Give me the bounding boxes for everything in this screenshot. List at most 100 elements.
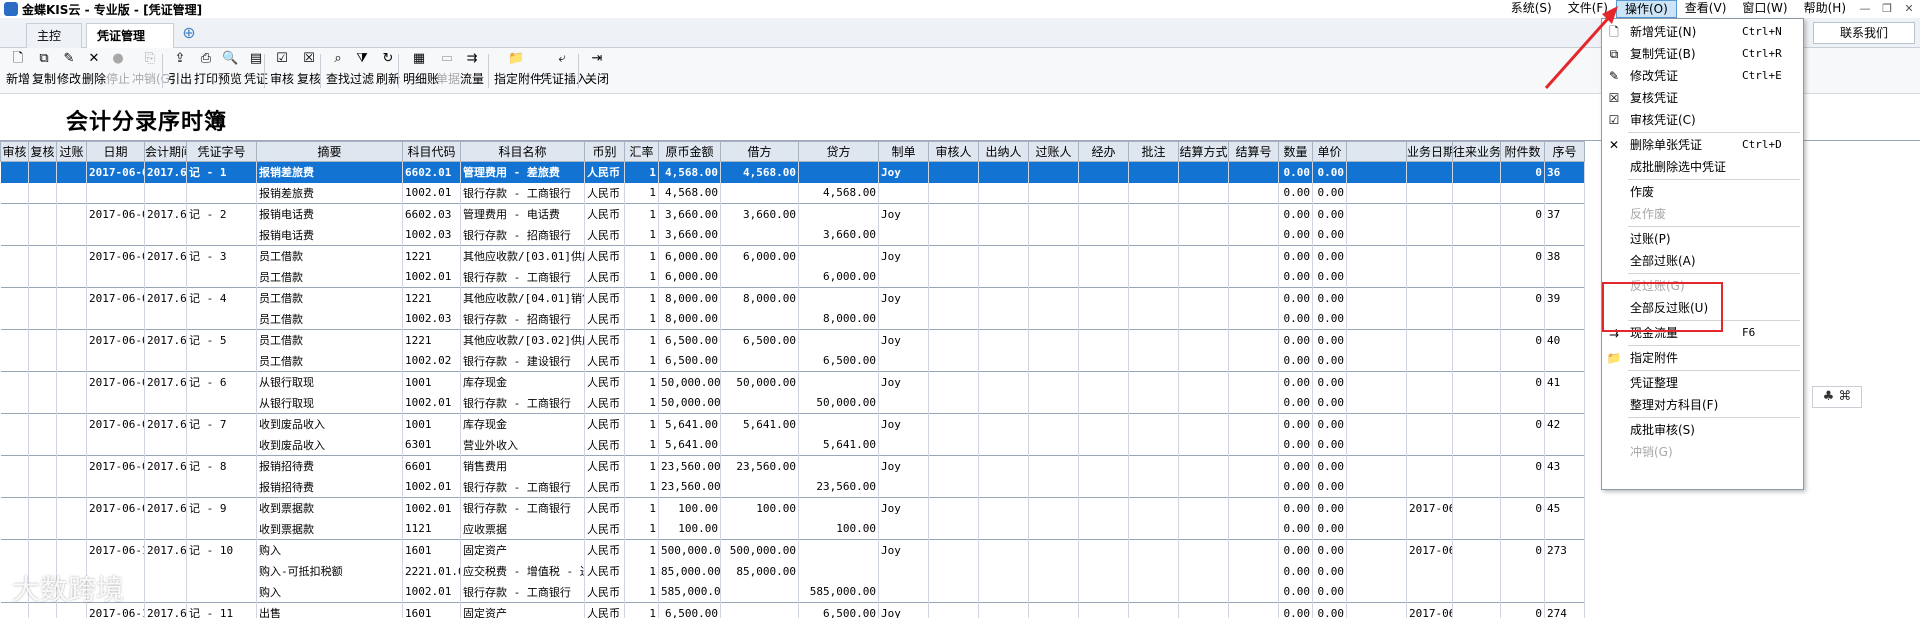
table-row[interactable]: 购入1002.01银行存款 - 工商银行人民币1585,000.00585,00… xyxy=(0,581,1585,603)
table-row[interactable]: 员工借款 1002.03 银行存款 - 招商银行 人民币 1 8,000.00 8,000.… xyxy=(0,308,1585,330)
tab-main-console[interactable]: 主控台 xyxy=(26,23,82,67)
column-header[interactable]: 日期 xyxy=(86,141,145,162)
restore-window-icon[interactable]: ❐ xyxy=(1876,0,1898,18)
add-tab-icon[interactable]: ⊕ xyxy=(178,23,200,45)
menu-item-9[interactable]: 过账(P) xyxy=(1602,229,1803,249)
column-header[interactable]: 往来业务 xyxy=(1452,141,1501,162)
table-row[interactable]: 从银行取现 1002.01 银行存款 - 工商银行 人民币 1 50,000.00 50,0… xyxy=(0,392,1585,414)
column-header[interactable]: 审核人 xyxy=(928,141,979,162)
column-header[interactable]: 业务日期 xyxy=(1406,141,1453,162)
contact-us-button[interactable]: 联系我们 xyxy=(1813,22,1915,44)
menu-item-15[interactable]: 凭证整理 xyxy=(1602,373,1803,393)
table-row[interactable]: 2017-06-012017.6记 - 1报销差旅费6602.01管理费用 - … xyxy=(0,161,1585,183)
toolbar-document-button[interactable]: ▭ 单据 xyxy=(436,51,460,91)
column-header[interactable]: 科目名称 xyxy=(460,141,585,162)
cell-voucher xyxy=(186,224,257,246)
minimize-window-icon[interactable]: — xyxy=(1854,0,1876,18)
column-header[interactable]: 会计期间 xyxy=(144,141,187,162)
column-header[interactable]: 批注 xyxy=(1128,141,1179,162)
table-row[interactable]: 2017-06-152017.6记 - 11出售1601固定资产人民币16,50… xyxy=(0,602,1585,618)
table-row[interactable]: 2017-06-012017.6记 - 4员工借款1221其他应收款/[04.0… xyxy=(0,287,1585,309)
menu-item-16[interactable]: 整理对方科目(F) xyxy=(1602,395,1803,415)
table-row[interactable]: 收到票据款 1121 应收票据 人民币 1 100.00 100.00 0.00 0.00 xyxy=(0,518,1585,540)
menu-item-18[interactable]: 冲销(G) xyxy=(1602,442,1803,462)
column-header[interactable]: 附件数 xyxy=(1500,141,1545,162)
toolbar-audit-button[interactable]: ☑ 审核 xyxy=(270,51,294,91)
toolbar-stop-button[interactable]: ● 停止 xyxy=(106,51,130,91)
toolbar-close-door-button[interactable]: ⇥ 关闭 xyxy=(584,51,610,91)
toolbar-folder-button[interactable]: 📁 指定附件 xyxy=(494,51,542,91)
toolbar-filter-button[interactable]: ⧩ 过滤 xyxy=(350,51,374,91)
table-row[interactable]: 2017-06-012017.6记 - 3员工借款1221其他应收款/[03.0… xyxy=(0,245,1585,267)
menu-item-10[interactable]: 全部过账(A) xyxy=(1602,251,1803,271)
menu-item-17[interactable]: 成批审核(S) xyxy=(1602,420,1803,440)
column-header[interactable]: 单价 xyxy=(1312,141,1347,162)
menu-4[interactable]: 窗口(W) xyxy=(1734,0,1795,18)
toolbar-copy-button[interactable]: ⧉ 复制 xyxy=(32,51,56,91)
column-header[interactable]: 经办 xyxy=(1078,141,1129,162)
column-header[interactable]: 结算号 xyxy=(1228,141,1279,162)
table-row[interactable]: 员工借款 1002.02 银行存款 - 建设银行 人民币 1 6,500.00 6,500.… xyxy=(0,350,1585,372)
menu-item-7[interactable]: 作废 xyxy=(1602,182,1803,202)
column-header[interactable]: 科目代码 xyxy=(402,141,461,162)
cell-attach xyxy=(1500,476,1545,498)
table-row[interactable]: 购入-可抵扣税额2221.01.01应交税费 - 增值税 - 进项税人民币185… xyxy=(0,560,1585,582)
column-header[interactable]: 结算方式 xyxy=(1178,141,1229,162)
toolbar-ledger-button[interactable]: ▦ 明细账 xyxy=(403,51,439,91)
toolbar-cashflow-button[interactable]: ⇉ 流量 xyxy=(460,51,484,91)
menu-item-8[interactable]: 反作废 xyxy=(1602,204,1803,224)
column-header[interactable]: 凭证字号 xyxy=(186,141,257,162)
tab-voucher-management[interactable]: 凭证管理 xyxy=(86,23,174,48)
menu-item-6[interactable]: 成批删除选中凭证 xyxy=(1602,157,1803,177)
column-header[interactable]: 制单 xyxy=(878,141,929,162)
toolbar-recheck-button[interactable]: ☒ 复核 xyxy=(296,51,322,91)
column-header[interactable]: 复核 xyxy=(28,141,57,162)
toolbar-edit-button[interactable]: ✎ 修改 xyxy=(56,51,82,91)
column-header[interactable]: 出纳人 xyxy=(978,141,1029,162)
toolbar-preview-button[interactable]: 🔍 预览 xyxy=(218,51,242,91)
toolbar-refresh-button[interactable]: ↻ 刷新 xyxy=(376,51,400,91)
column-header[interactable]: 审核 xyxy=(0,141,29,162)
column-header[interactable]: 借方 xyxy=(720,141,799,162)
toolbar-print-button[interactable]: ⎙ 打印 xyxy=(194,51,218,91)
floating-toolbar-icons[interactable]: ♣ ⌘ xyxy=(1812,386,1862,408)
table-row[interactable]: 2017-06-012017.6记 - 5员工借款1221其他应收款/[03.0… xyxy=(0,329,1585,351)
menu-item-1[interactable]: ⧉ 复制凭证(B) Ctrl+R xyxy=(1602,44,1803,64)
column-header[interactable]: 汇率 xyxy=(624,141,659,162)
toolbar-new-doc-button[interactable]: 🗋 新增 xyxy=(6,51,30,91)
column-header[interactable]: 过账人 xyxy=(1028,141,1079,162)
table-row[interactable]: 2017-06-012017.6记 - 7收到废品收入1001库存现金人民币15… xyxy=(0,413,1585,435)
table-row[interactable]: 报销招待费 1002.01 银行存款 - 工商银行 人民币 1 23,560.00 23,5… xyxy=(0,476,1585,498)
table-row[interactable]: 2017-06-012017.6记 - 6从银行取现1001库存现金人民币150… xyxy=(0,371,1585,393)
column-header[interactable]: 数量 xyxy=(1278,141,1313,162)
column-header[interactable]: 贷方 xyxy=(798,141,879,162)
table-row[interactable]: 2017-06-012017.6记 - 2报销电话费6602.03管理费用 - … xyxy=(0,203,1585,225)
toolbar-delete-button[interactable]: ✕ 删除 xyxy=(82,51,106,91)
menu-item-5[interactable]: ✕ 删除单张凭证 Ctrl+D xyxy=(1602,135,1803,155)
table-row[interactable]: 收到废品收入 6301 营业外收入 人民币 1 5,641.00 5,641.00 0.00 0… xyxy=(0,434,1585,456)
close-window-icon[interactable]: ✕ xyxy=(1898,0,1920,18)
column-header[interactable]: 原币金额 xyxy=(658,141,721,162)
table-row[interactable]: 员工借款 1002.01 银行存款 - 工商银行 人民币 1 6,000.00 6,000.… xyxy=(0,266,1585,288)
menu-3[interactable]: 查看(V) xyxy=(1677,0,1735,18)
table-row[interactable]: 报销差旅费 1002.01 银行存款 - 工商银行 人民币 1 4,568.00 4,568… xyxy=(0,182,1585,204)
toolbar-find-button[interactable]: ⌕ 查找 xyxy=(326,51,350,91)
menu-item-0[interactable]: 🗋 新增凭证(N) Ctrl+N xyxy=(1602,22,1803,42)
toolbar-export-button[interactable]: ⇪ 引出 xyxy=(168,51,192,91)
column-header[interactable] xyxy=(1346,141,1407,162)
table-row[interactable]: 2017-06-012017.6记 - 9收到票据款1002.01银行存款 - … xyxy=(0,497,1585,519)
menu-item-14[interactable]: 📁 指定附件 xyxy=(1602,348,1803,368)
table-row[interactable]: 报销电话费 1002.03 银行存款 - 招商银行 人民币 1 3,660.00 3,660… xyxy=(0,224,1585,246)
menu-item-3[interactable]: ☒ 复核凭证 xyxy=(1602,88,1803,108)
table-row[interactable]: 2017-06-152017.6记 - 10购入1601固定资产人民币1500,… xyxy=(0,539,1585,561)
menu-2[interactable]: 操作(O) xyxy=(1615,0,1677,18)
menu-5[interactable]: 帮助(H) xyxy=(1796,0,1854,18)
menu-item-2[interactable]: ✎ 修改凭证 Ctrl+E xyxy=(1602,66,1803,86)
column-header[interactable]: 序号 xyxy=(1544,141,1585,162)
column-header[interactable]: 过账 xyxy=(56,141,87,162)
cell-empty xyxy=(1128,224,1179,246)
table-row[interactable]: 2017-06-012017.6记 - 8报销招待费6601销售费用人民币123… xyxy=(0,455,1585,477)
column-header[interactable]: 摘要 xyxy=(256,141,403,162)
menu-item-4[interactable]: ☑ 审核凭证(C) xyxy=(1602,110,1803,130)
column-header[interactable]: 币别 xyxy=(584,141,625,162)
